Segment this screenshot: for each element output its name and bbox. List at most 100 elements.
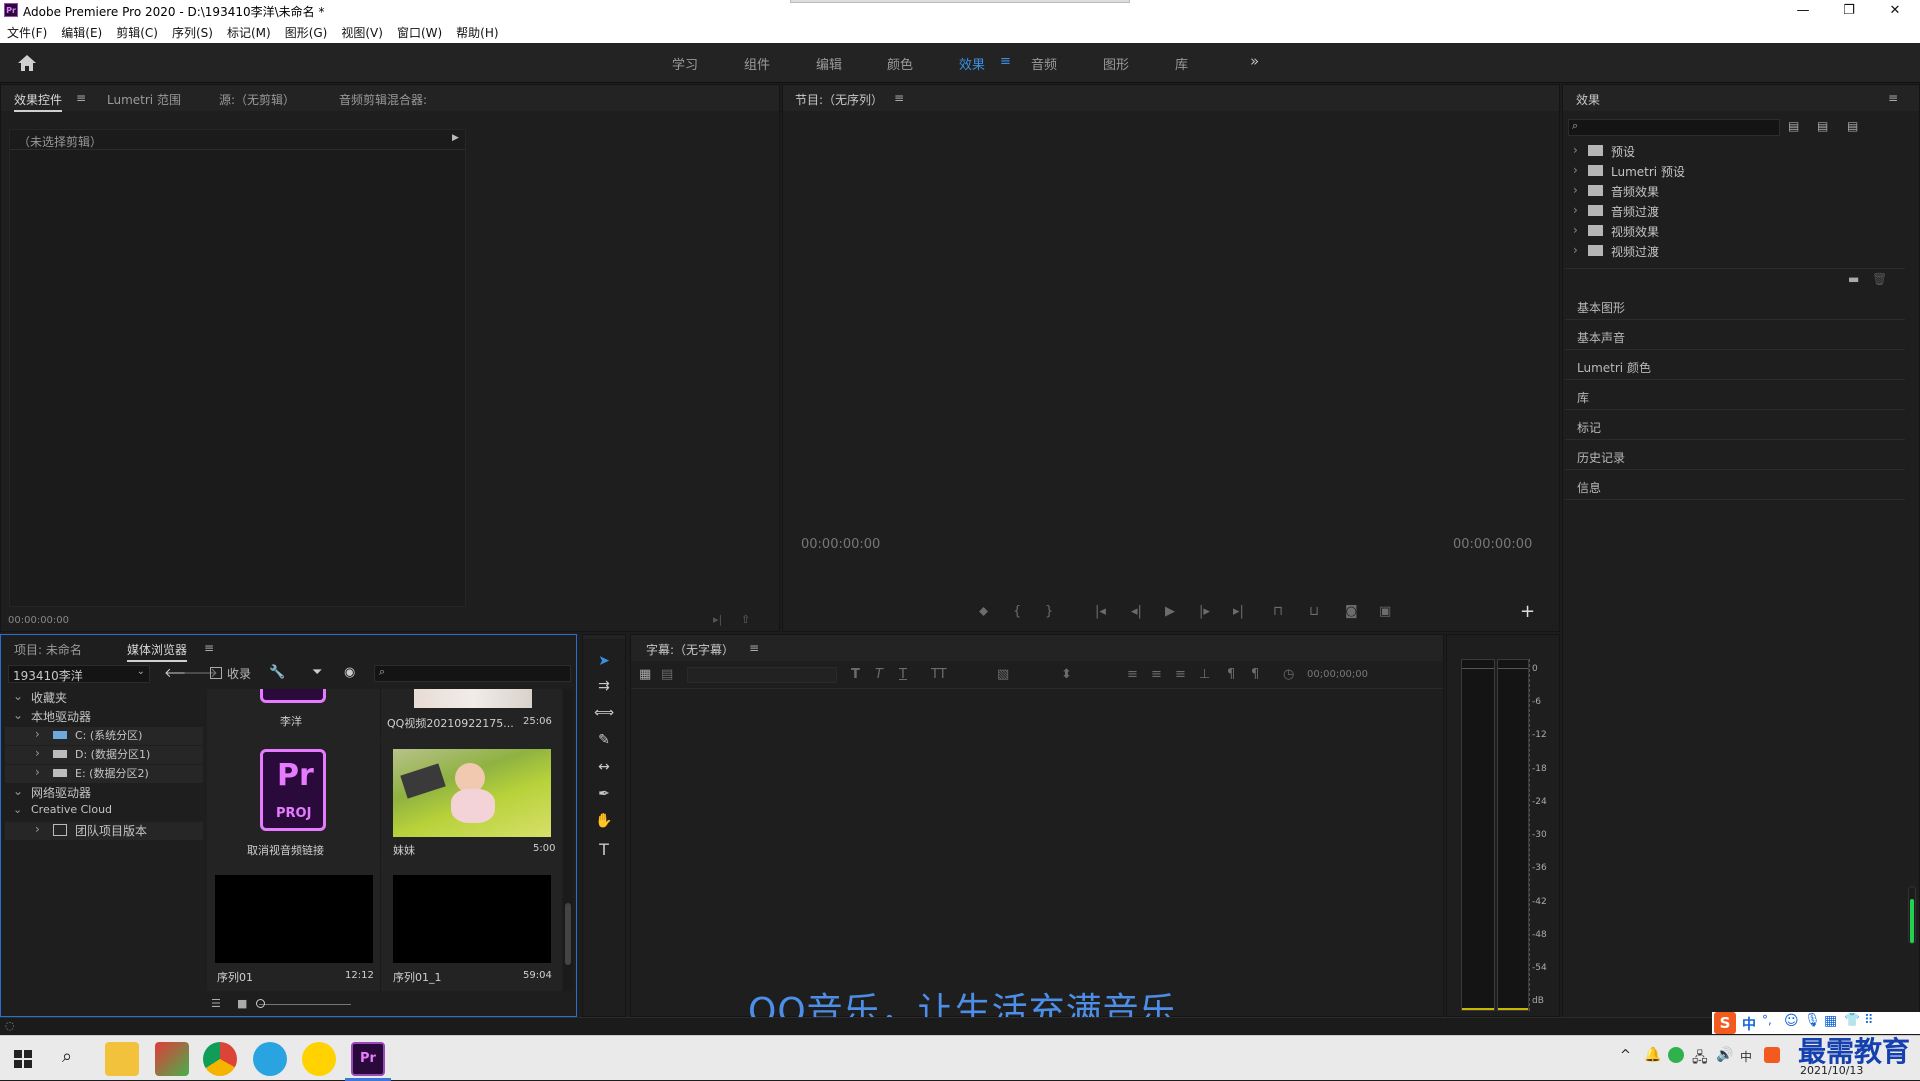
menu-file[interactable]: 文件(F) (0, 21, 54, 41)
play-arrow-icon[interactable]: ▶ (452, 133, 459, 143)
effects-bin-lumetri-presets[interactable]: › Lumetri 预设 (1565, 163, 1905, 181)
share-icon[interactable]: ⇧ (741, 613, 750, 626)
home-icon[interactable] (16, 53, 38, 73)
ime-punctuation[interactable]: °, (1762, 1013, 1772, 1027)
workspace-assembly[interactable]: 组件 (744, 54, 770, 73)
view-options-icon[interactable]: ◉ (344, 665, 355, 680)
caption-safe-icon[interactable]: ▤ (661, 667, 673, 682)
ime-chinese-mode[interactable]: 中 (1742, 1014, 1756, 1034)
go-to-out-icon[interactable]: ▸| (1233, 604, 1244, 619)
chevron-right-icon[interactable]: › (1573, 163, 1578, 177)
list-view-icon[interactable]: ☰ (211, 997, 221, 1010)
caption-settings-icon[interactable]: ▦ (639, 667, 651, 682)
chevron-down-icon[interactable]: ⌄ (13, 784, 23, 798)
workspace-audio[interactable]: 音频 (1031, 54, 1057, 73)
effects-menu-icon[interactable]: ≡ (1888, 91, 1898, 105)
clip-item[interactable]: Pr PROJ 取消视音频链接 (207, 739, 381, 863)
clip-item[interactable]: QQ视频20210922175... 25:06 (383, 689, 561, 737)
sogou-logo[interactable]: S (1714, 1012, 1736, 1034)
type-tool-icon[interactable]: T (594, 840, 614, 860)
slip-tool-icon[interactable]: ↔ (594, 759, 614, 779)
wrench-icon[interactable]: 🔧 (269, 665, 285, 680)
chevron-right-icon[interactable]: › (35, 822, 40, 836)
tab-lumetri-scopes[interactable]: Lumetri 范围 (107, 91, 181, 108)
clip-grid-scrollbar[interactable] (563, 689, 573, 991)
menu-view[interactable]: 视图(V) (334, 21, 390, 41)
add-marker-icon[interactable]: ⬥ (979, 604, 988, 619)
hand-tool-icon[interactable]: ✋ (594, 813, 614, 833)
lift-icon[interactable]: ⊓ (1273, 604, 1283, 619)
tab-audio-clip-mixer[interactable]: 音频剪辑混合器: (339, 91, 427, 108)
close-button[interactable]: ✕ (1872, 0, 1918, 21)
align-right-icon[interactable]: ≡ (1175, 667, 1186, 682)
network-icon[interactable]: 🖧 (1692, 1047, 1708, 1071)
clip-item[interactable]: PROJ 李洋 (207, 689, 381, 737)
tree-team-projects[interactable]: › 团队项目版本 (5, 822, 203, 840)
tray-notification-icon[interactable]: 🔔 (1644, 1047, 1661, 1063)
extract-icon[interactable]: ⊔ (1309, 604, 1319, 619)
underline-icon[interactable]: T (899, 667, 907, 682)
accelerated-effects-icon[interactable]: ▤ (1788, 119, 1799, 133)
tree-drive-c[interactable]: › C: (系统分区) (5, 727, 203, 745)
workspace-learn[interactable]: 学习 (672, 54, 698, 73)
export-frame-icon[interactable]: ▸| (713, 613, 722, 626)
32bit-effects-icon[interactable]: ▤ (1817, 119, 1828, 133)
filter-icon[interactable]: ⏷ (312, 665, 322, 680)
menu-markers[interactable]: 标记(M) (220, 21, 278, 41)
chevron-right-icon[interactable]: › (1573, 183, 1578, 197)
effects-bin-video-transitions[interactable]: › 视频过渡 (1565, 243, 1905, 261)
position-icon[interactable]: ⊥ (1199, 667, 1210, 682)
tab-project[interactable]: 项目: 未命名 (14, 641, 82, 658)
ime-toolbox[interactable]: ⠿ (1864, 1013, 1874, 1028)
align-left-icon[interactable]: ≡ (1127, 667, 1138, 682)
effects-bin-video-effects[interactable]: › 视频效果 (1565, 223, 1905, 241)
premiere-taskbar-icon[interactable]: Pr (351, 1042, 385, 1076)
section-lumetri-color[interactable]: Lumetri 颜色 (1565, 351, 1905, 380)
chevron-right-icon[interactable]: › (35, 727, 40, 741)
search-icon[interactable]: ⌕ (62, 1046, 72, 1067)
play-icon[interactable]: ▶ (1165, 604, 1175, 619)
razor-tool-icon[interactable]: ✎ (594, 732, 614, 752)
caption-font-dropdown[interactable] (687, 667, 837, 683)
ime-emoji[interactable]: ☺ (1784, 1013, 1799, 1029)
menu-graphics[interactable]: 图形(G) (278, 21, 335, 41)
chevron-right-icon[interactable]: › (1573, 243, 1578, 257)
workspace-graphics[interactable]: 图形 (1103, 54, 1129, 73)
program-current-timecode[interactable]: 00:00:00:00 (801, 537, 880, 552)
media-search-input[interactable]: ⌕ (374, 665, 571, 682)
workspace-color[interactable]: 颜色 (887, 54, 913, 73)
opacity-icon[interactable]: ⬍ (1061, 667, 1072, 682)
section-markers[interactable]: 标记 (1565, 411, 1905, 440)
workspace-effects[interactable]: 效果 (959, 54, 985, 73)
text-direction-icon[interactable]: ¶ (1227, 667, 1235, 682)
effects-bin-audio-transitions[interactable]: › 音频过渡 (1565, 203, 1905, 221)
menu-window[interactable]: 窗口(W) (390, 21, 449, 41)
new-bin-icon[interactable]: ▬ (1848, 272, 1859, 286)
location-dropdown[interactable]: 193410李洋 ⌄ (8, 665, 150, 683)
captions-title[interactable]: 字幕:（无字幕） (646, 641, 734, 658)
effects-bin-presets[interactable]: › 预设 (1565, 143, 1905, 161)
minimize-button[interactable]: — (1780, 0, 1826, 21)
workspace-editing[interactable]: 编辑 (816, 54, 842, 73)
chevron-right-icon[interactable]: › (35, 765, 40, 779)
chevron-down-icon[interactable]: ⌄ (13, 803, 22, 816)
ripple-edit-tool-icon[interactable]: ⟺ (594, 705, 614, 725)
captions-timecode[interactable]: 00;00;00;00 (1307, 669, 1368, 680)
delete-icon[interactable]: 🗑 (1872, 272, 1887, 286)
status-icon[interactable]: ◌ (5, 1019, 15, 1032)
slider-handle[interactable] (256, 999, 265, 1008)
go-to-in-icon[interactable]: |◂ (1095, 604, 1106, 619)
tab-source[interactable]: 源:（无剪辑） (219, 91, 295, 108)
windows-start-icon[interactable] (14, 1050, 32, 1068)
more-workspaces-icon[interactable]: » (1250, 52, 1259, 70)
tab-media-browser[interactable]: 媒体浏览器 (127, 641, 188, 662)
timecode-clock-icon[interactable]: ◷ (1283, 667, 1294, 682)
effects-bin-audio-effects[interactable]: › 音频效果 (1565, 183, 1905, 201)
track-select-tool-icon[interactable]: ⇉ (594, 678, 614, 698)
background-color-icon[interactable]: ▧ (997, 667, 1009, 682)
chevron-down-icon[interactable]: ⌄ (13, 689, 23, 703)
clip-item[interactable]: 妹妹 5:00 (383, 739, 561, 863)
chevron-right-icon[interactable]: › (35, 746, 40, 760)
file-explorer-icon[interactable] (105, 1042, 139, 1076)
align-center-icon[interactable]: ≡ (1151, 667, 1162, 682)
